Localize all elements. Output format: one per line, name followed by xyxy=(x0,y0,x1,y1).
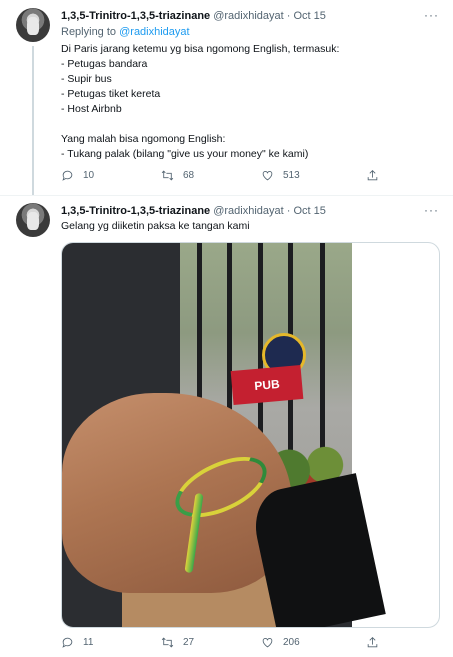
author-handle[interactable]: @radixhidayat xyxy=(213,10,283,22)
reply-count: 10 xyxy=(83,170,95,181)
heart-icon xyxy=(262,171,273,181)
like-count: 206 xyxy=(283,637,300,648)
tweet-actions: 10 68 513 xyxy=(61,169,391,185)
author-name[interactable]: 1,3,5-Trinitro-1,3,5-triazinane xyxy=(61,10,210,22)
tweet-line: Di Paris jarang ketemu yg bisa ngomong E… xyxy=(61,43,340,55)
tweet-header: 1,3,5-Trinitro-1,3,5-triazinane @radixhi… xyxy=(61,204,326,218)
tweet-line: Yang malah bisa ngomong English: xyxy=(61,133,226,145)
tweet-actions: 11 27 206 xyxy=(61,636,391,652)
retweet-icon xyxy=(161,637,174,648)
tweet-date[interactable]: Oct 15 xyxy=(294,205,326,217)
tweet-line: - Petugas tiket kereta xyxy=(61,88,161,100)
like-count: 513 xyxy=(283,170,300,181)
retweet-count: 68 xyxy=(183,170,195,181)
like-button[interactable]: 206 xyxy=(261,636,300,649)
tweet-line: - Supir bus xyxy=(61,73,112,85)
pub-sign: PUB xyxy=(230,365,304,405)
tweet-date[interactable]: Oct 15 xyxy=(294,10,326,22)
heart-icon xyxy=(262,638,273,648)
share-icon xyxy=(367,170,378,181)
avatar[interactable] xyxy=(16,8,50,42)
replying-to: Replying to @radixhidayat xyxy=(61,25,190,39)
replying-handle-link[interactable]: @radixhidayat xyxy=(119,26,189,38)
tweet-line: - Host Airbnb xyxy=(61,103,122,115)
share-icon xyxy=(367,637,378,648)
reply-icon xyxy=(62,637,73,648)
like-button[interactable]: 513 xyxy=(261,169,300,182)
retweet-button[interactable]: 27 xyxy=(161,636,194,649)
replying-prefix: Replying to xyxy=(61,26,117,38)
dot-separator: · xyxy=(286,205,291,217)
tweet-line: - Tukang palak (bilang "give us your mon… xyxy=(61,148,309,160)
reply-count: 11 xyxy=(83,637,94,648)
author-handle[interactable]: @radixhidayat xyxy=(213,205,283,217)
reply-button[interactable]: 10 xyxy=(61,169,94,182)
tweet-text: Di Paris jarang ketemu yg bisa ngomong E… xyxy=(61,42,339,162)
tweet-text: Gelang yg diiketin paksa ke tangan kami xyxy=(61,219,250,234)
share-button[interactable] xyxy=(366,169,379,182)
retweet-button[interactable]: 68 xyxy=(161,169,194,182)
tweet-1[interactable]: 1,3,5-Trinitro-1,3,5-triazinane @radixhi… xyxy=(0,0,453,195)
reply-icon xyxy=(62,170,73,181)
reply-button[interactable]: 11 xyxy=(61,636,93,649)
tweet-line: - Petugas bandara xyxy=(61,58,148,70)
author-name[interactable]: 1,3,5-Trinitro-1,3,5-triazinane xyxy=(61,205,210,217)
share-button[interactable] xyxy=(366,636,379,649)
retweet-count: 27 xyxy=(183,637,195,648)
more-options-icon[interactable]: ··· xyxy=(424,203,439,217)
thread-line xyxy=(32,46,34,195)
dot-separator: · xyxy=(286,10,291,22)
tweet-photo[interactable]: PUB xyxy=(61,242,440,628)
tweet-line xyxy=(61,117,339,132)
tweet-header: 1,3,5-Trinitro-1,3,5-triazinane @radixhi… xyxy=(61,9,326,23)
avatar[interactable] xyxy=(16,203,50,237)
tweet-line: Gelang yg diiketin paksa ke tangan kami xyxy=(61,220,250,232)
more-options-icon[interactable]: ··· xyxy=(424,8,439,22)
retweet-icon xyxy=(161,170,174,181)
